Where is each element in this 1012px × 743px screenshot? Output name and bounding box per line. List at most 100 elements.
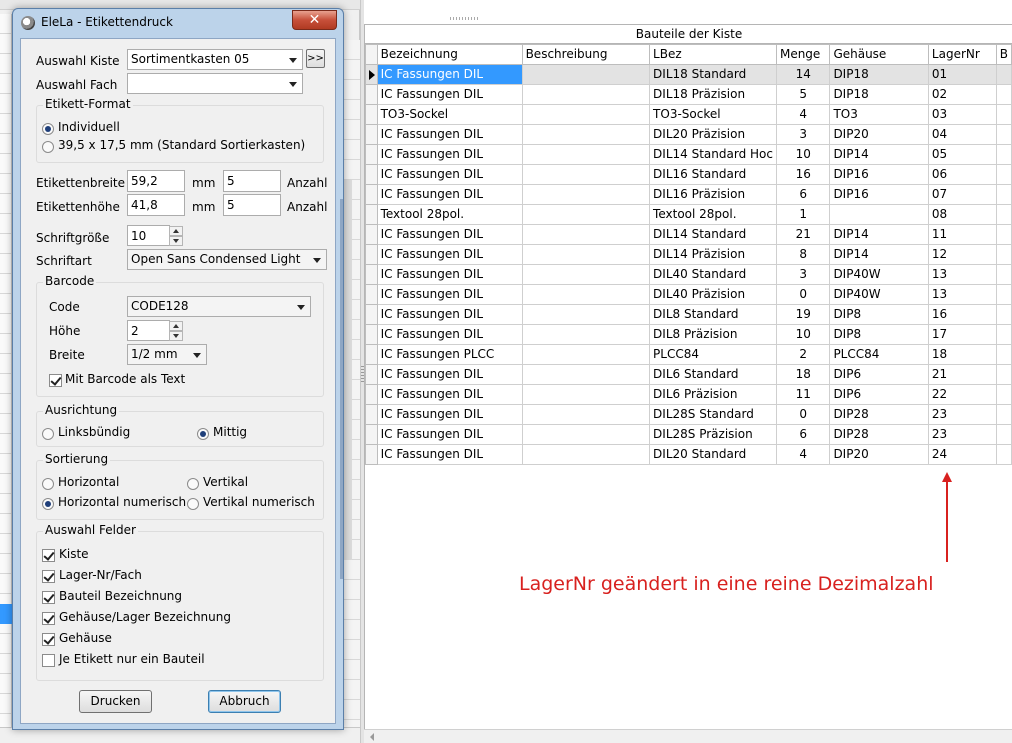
column-header-bezeichnung[interactable]: Bezeichnung [376, 44, 523, 65]
table-cell[interactable] [521, 84, 651, 105]
ausrichtung-mittig-radio[interactable] [197, 428, 209, 440]
table-cell[interactable]: 04 [927, 124, 997, 145]
schriftgroesse-input[interactable]: 10 [127, 225, 170, 246]
table-cell[interactable]: IC Fassungen DIL [376, 364, 523, 385]
table-cell[interactable] [995, 284, 1012, 305]
table-cell[interactable] [995, 344, 1012, 365]
table-cell[interactable]: 18 [775, 364, 831, 385]
table-cell[interactable] [995, 104, 1012, 125]
table-cell[interactable]: 05 [927, 144, 997, 165]
table-cell[interactable]: 23 [927, 404, 997, 425]
row-indicator[interactable] [365, 424, 378, 445]
feld-checkbox-label[interactable]: Gehäuse [59, 631, 112, 645]
schriftgroesse-stepper[interactable] [169, 226, 183, 246]
table-cell[interactable] [995, 204, 1012, 225]
table-cell[interactable] [995, 144, 1012, 165]
table-cell[interactable] [995, 304, 1012, 325]
table-row[interactable]: IC Fassungen DIL DIL8 Präzision 10 DIP8 17 [365, 324, 1012, 345]
table-cell[interactable] [521, 244, 651, 265]
table-cell[interactable] [995, 424, 1012, 445]
table-cell[interactable]: 8 [775, 244, 831, 265]
table-cell[interactable]: DIL14 Standard [649, 224, 777, 245]
sort-horizontal-label[interactable]: Horizontal [58, 475, 119, 489]
table-cell[interactable]: 03 [927, 104, 997, 125]
row-indicator[interactable] [365, 224, 378, 245]
table-cell[interactable]: 01 [927, 64, 997, 85]
sort-vertikal-numerisch-radio[interactable] [187, 498, 199, 510]
row-indicator[interactable] [365, 264, 378, 285]
table-cell[interactable]: 16 [775, 164, 831, 185]
table-cell[interactable]: TO3-Sockel [376, 104, 523, 125]
table-cell[interactable]: DIP18 [829, 84, 929, 105]
sort-horizontal-numerisch-label[interactable]: Horizontal numerisch [58, 495, 186, 509]
etikettenbreite-input[interactable]: 59,2 [127, 170, 185, 192]
table-cell[interactable]: Textool 28pol. [649, 204, 777, 225]
barcode-hoehe-stepper[interactable] [169, 321, 183, 341]
table-cell[interactable]: DIP6 [829, 384, 929, 405]
table-row[interactable]: Textool 28pol. Textool 28pol. 1 08 [365, 204, 1012, 225]
table-row[interactable]: IC Fassungen DIL DIL40 Präzision 0 DIP40W 13 [365, 284, 1012, 305]
barcode-text-checkbox[interactable] [49, 374, 62, 387]
column-header-lagernr[interactable]: LagerNr [927, 44, 997, 65]
row-indicator[interactable] [365, 324, 378, 345]
row-indicator[interactable] [365, 444, 378, 465]
table-row[interactable]: IC Fassungen DIL DIL14 Präzision 8 DIP14 12 [365, 244, 1012, 265]
barcode-code-select[interactable]: CODE128 [127, 296, 311, 317]
table-cell[interactable]: IC Fassungen DIL [376, 384, 523, 405]
etikettenhoehe-input[interactable]: 41,8 [127, 194, 185, 216]
table-cell[interactable]: 6 [775, 184, 831, 205]
table-cell[interactable] [995, 64, 1012, 85]
table-cell[interactable]: IC Fassungen DIL [376, 224, 523, 245]
table-cell[interactable]: 19 [775, 304, 831, 325]
grid-horizontal-scrollbar[interactable] [364, 729, 1012, 743]
table-cell[interactable]: IC Fassungen DIL [376, 424, 523, 445]
table-cell[interactable] [521, 164, 651, 185]
hoehe-anzahl-input[interactable]: 5 [223, 194, 281, 216]
ausrichtung-links-label[interactable]: Linksbündig [58, 425, 130, 439]
abbruch-button[interactable]: Abbruch [208, 690, 281, 713]
table-row[interactable]: IC Fassungen DIL DIL20 Präzision 3 DIP20 04 [365, 124, 1012, 145]
table-cell[interactable] [995, 84, 1012, 105]
row-indicator[interactable] [365, 304, 378, 325]
table-cell[interactable]: 12 [927, 244, 997, 265]
table-cell[interactable]: IC Fassungen DIL [376, 444, 523, 465]
table-cell[interactable] [521, 304, 651, 325]
table-cell[interactable]: 3 [775, 124, 831, 145]
spin-down-icon[interactable] [169, 236, 183, 246]
sort-vertikal-label[interactable]: Vertikal [203, 475, 248, 489]
row-indicator[interactable] [365, 364, 378, 385]
table-cell[interactable]: DIL6 Präzision [649, 384, 777, 405]
table-row[interactable]: IC Fassungen DIL DIL28S Präzision 6 DIP28 23 [365, 424, 1012, 445]
table-cell[interactable]: DIP6 [829, 364, 929, 385]
table-cell[interactable] [521, 404, 651, 425]
table-cell[interactable]: DIL14 Präzision [649, 244, 777, 265]
table-cell[interactable]: IC Fassungen DIL [376, 244, 523, 265]
table-cell[interactable]: IC Fassungen DIL [376, 124, 523, 145]
table-row[interactable]: IC Fassungen PLCC PLCC84 2 PLCC84 18 [365, 344, 1012, 365]
column-header-beschreibung[interactable]: Beschreibung [521, 44, 651, 65]
row-indicator[interactable] [365, 164, 378, 185]
table-cell[interactable]: DIP8 [829, 324, 929, 345]
table-cell[interactable] [995, 384, 1012, 405]
table-cell[interactable] [995, 404, 1012, 425]
spin-up-icon[interactable] [169, 321, 183, 331]
table-row[interactable]: IC Fassungen DIL DIL16 Präzision 6 DIP16 07 [365, 184, 1012, 205]
close-button[interactable]: ✕ [292, 10, 337, 30]
barcode-hoehe-input[interactable]: 2 [127, 320, 170, 341]
table-cell[interactable]: 13 [927, 284, 997, 305]
row-indicator[interactable] [365, 204, 378, 225]
table-cell[interactable]: DIL28S Standard [649, 404, 777, 425]
row-indicator[interactable] [365, 144, 378, 165]
table-cell[interactable] [995, 164, 1012, 185]
table-cell[interactable]: DIL16 Präzision [649, 184, 777, 205]
table-cell[interactable] [995, 124, 1012, 145]
row-indicator[interactable] [365, 184, 378, 205]
table-cell[interactable]: DIP28 [829, 404, 929, 425]
table-cell[interactable]: DIL40 Standard [649, 264, 777, 285]
table-cell[interactable] [521, 364, 651, 385]
table-cell[interactable]: 24 [927, 444, 997, 465]
column-header-b[interactable]: B [995, 44, 1012, 65]
table-cell[interactable]: 11 [775, 384, 831, 405]
table-row[interactable]: IC Fassungen DIL DIL14 Standard 21 DIP14 11 [365, 224, 1012, 245]
table-cell[interactable]: DIL20 Präzision [649, 124, 777, 145]
